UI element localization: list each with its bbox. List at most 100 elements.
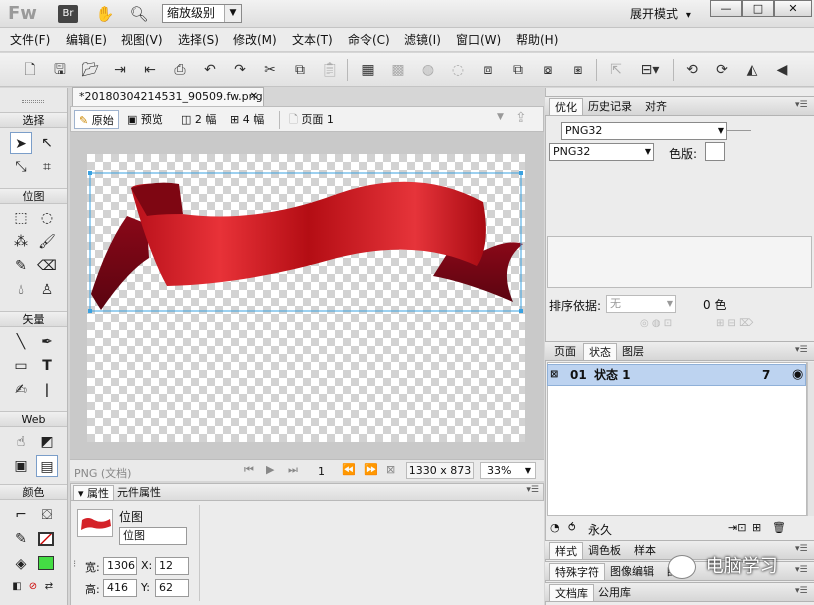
- stroke-color-swatch[interactable]: [38, 532, 54, 546]
- split-icon[interactable]: ◌: [448, 60, 468, 80]
- tab-states[interactable]: 状态: [583, 343, 617, 360]
- play-icon[interactable]: ▶: [266, 463, 274, 476]
- rectangle-tool-icon[interactable]: ▭: [10, 355, 32, 377]
- object-name-field[interactable]: 位图: [119, 527, 187, 545]
- show-slices-icon[interactable]: ▤: [36, 455, 58, 477]
- document-dimensions[interactable]: 1330 x 873: [406, 462, 474, 479]
- minimize-button[interactable]: —: [710, 0, 742, 17]
- next-frame-icon[interactable]: ⏩: [364, 463, 378, 476]
- last-frame-icon[interactable]: ⏭: [288, 463, 298, 477]
- menu-view[interactable]: 视图(V): [121, 32, 163, 48]
- scale-tool-icon[interactable]: ⤡: [10, 156, 32, 178]
- onion-skin-button-icon[interactable]: ◔: [550, 521, 560, 534]
- tab-styles[interactable]: 样式: [549, 542, 583, 559]
- menu-edit[interactable]: 编辑(E): [66, 32, 107, 48]
- export-preset-select[interactable]: PNG32 ▼: [561, 122, 727, 140]
- magic-wand-icon[interactable]: ⁂: [10, 231, 32, 253]
- close-tab-icon[interactable]: ✕: [250, 88, 258, 106]
- chevron-down-icon[interactable]: ▼: [497, 112, 504, 122]
- menu-window[interactable]: 窗口(W): [456, 32, 501, 48]
- paste-icon[interactable]: 📋︎: [320, 60, 340, 80]
- menu-help[interactable]: 帮助(H): [516, 32, 558, 48]
- undo-icon[interactable]: ↶: [200, 60, 220, 80]
- new-state-icon[interactable]: ⊞: [752, 521, 761, 534]
- freeform-tool-icon[interactable]: ✍: [10, 379, 32, 401]
- y-field[interactable]: 62: [155, 579, 189, 597]
- fill-color-swatch[interactable]: [38, 556, 54, 570]
- pen-tool-icon[interactable]: ✒: [36, 331, 58, 353]
- tab-symbol-properties[interactable]: 元件属性: [117, 485, 161, 501]
- bridge-button[interactable]: Br: [58, 5, 78, 23]
- prev-frame-icon[interactable]: ⏪: [342, 463, 356, 476]
- flip-vertical-icon[interactable]: ◀: [772, 60, 792, 80]
- menu-commands[interactable]: 命令(C): [348, 32, 390, 48]
- menu-text[interactable]: 文本(T): [292, 32, 333, 48]
- eyedropper-tool-icon[interactable]: ⌐: [10, 504, 32, 526]
- panel-menu-icon[interactable]: ▾☰: [526, 485, 539, 495]
- distribute-icon[interactable]: ⇱: [606, 60, 626, 80]
- pointer-tool-icon[interactable]: ➤: [10, 132, 32, 154]
- rotate-cw-icon[interactable]: ⟳: [712, 60, 732, 80]
- bring-forward-icon[interactable]: ⧉: [508, 60, 528, 80]
- view-2up-tab[interactable]: ◫ 2 幅: [177, 110, 220, 129]
- tab-special-characters[interactable]: 特殊字符: [549, 563, 605, 580]
- tab-common-library[interactable]: 公用库: [593, 584, 636, 601]
- state-row[interactable]: ⊠ 01 状态 1 7: [547, 364, 806, 386]
- tab-layers[interactable]: 图层: [617, 343, 649, 360]
- grip-handle[interactable]: [22, 100, 44, 103]
- view-preview-tab[interactable]: ▣ 预览: [123, 110, 167, 129]
- paint-bucket-icon[interactable]: ⛋: [36, 504, 58, 526]
- delete-state-icon[interactable]: 🗑︎: [772, 521, 786, 534]
- join-icon[interactable]: ◍: [418, 60, 438, 80]
- tab-align[interactable]: 对齐: [640, 98, 672, 115]
- new-document-icon[interactable]: 🗋: [20, 60, 40, 80]
- lock-proportions-icon[interactable]: ⁝: [73, 559, 76, 570]
- panel-menu-icon[interactable]: ▾☰: [795, 345, 808, 355]
- tab-properties[interactable]: ▾ 属性: [73, 485, 115, 501]
- save-icon[interactable]: 🖫: [50, 60, 70, 80]
- hotspot-tool-icon[interactable]: ☝: [10, 431, 32, 453]
- x-field[interactable]: 12: [155, 557, 189, 575]
- send-backward-icon[interactable]: ⧇: [538, 60, 558, 80]
- subselect-tool-icon[interactable]: ↖: [36, 132, 58, 154]
- menu-select[interactable]: 选择(S): [178, 32, 219, 48]
- copy-icon[interactable]: ⧉: [290, 60, 310, 80]
- hand-tool-icon[interactable]: ✋: [94, 4, 116, 24]
- panel-menu-icon[interactable]: ▾☰: [795, 100, 808, 110]
- swap-colors-icon[interactable]: ⇄: [38, 576, 60, 598]
- rubber-stamp-icon[interactable]: ♙: [36, 279, 58, 301]
- first-frame-icon[interactable]: ⏮: [244, 463, 254, 477]
- send-to-back-icon[interactable]: ⧆: [568, 60, 588, 80]
- knife-tool-icon[interactable]: ǀ: [36, 379, 58, 401]
- onion-skin-icon[interactable]: ⊠: [550, 365, 558, 385]
- eraser-tool-icon[interactable]: ⌫: [36, 255, 58, 277]
- menu-filters[interactable]: 滤镜(I): [404, 32, 441, 48]
- close-button[interactable]: ✕: [774, 0, 812, 17]
- width-field[interactable]: 1306: [103, 557, 137, 575]
- ribbon-bitmap[interactable]: [87, 154, 525, 442]
- sort-select[interactable]: 无 ▼: [606, 295, 676, 313]
- export-format-select[interactable]: PNG32 ▼: [549, 143, 654, 161]
- edit-color-icon[interactable]: ◎ ◍ ⊡: [640, 318, 672, 329]
- stop-icon[interactable]: ⊠: [386, 463, 395, 476]
- workspace-mode-menu[interactable]: 展开模式 ▾: [630, 5, 710, 23]
- slice-tool-icon[interactable]: ◩: [36, 431, 58, 453]
- zoom-level-select[interactable]: 缩放级别 ▼: [162, 4, 242, 23]
- crop-tool-icon[interactable]: ⌗: [36, 156, 58, 178]
- text-tool-icon[interactable]: T: [36, 355, 58, 377]
- import-icon[interactable]: ⇥: [110, 60, 130, 80]
- tab-document-library[interactable]: 文档库: [549, 584, 594, 601]
- zoom-level-select[interactable]: 33% ▼: [480, 462, 536, 479]
- rotate-icon[interactable]: ⟲: [682, 60, 702, 80]
- pencil-tool-icon[interactable]: ✎: [10, 255, 32, 277]
- tab-swatches[interactable]: 调色板: [583, 542, 626, 559]
- page-selector[interactable]: 🗋 页面 1: [285, 110, 338, 129]
- menu-modify[interactable]: 修改(M): [233, 32, 277, 48]
- panel-menu-icon[interactable]: ▾☰: [795, 586, 808, 596]
- brush-tool-icon[interactable]: 🖌︎: [36, 231, 58, 253]
- menu-file[interactable]: 文件(F): [10, 32, 50, 48]
- document-tab[interactable]: *20180304214531_90509.fw.png ✕: [72, 87, 264, 106]
- tab-optimize[interactable]: 优化: [549, 98, 583, 115]
- lasso-tool-icon[interactable]: ◌: [36, 207, 58, 229]
- palette-swatch[interactable]: [705, 142, 725, 161]
